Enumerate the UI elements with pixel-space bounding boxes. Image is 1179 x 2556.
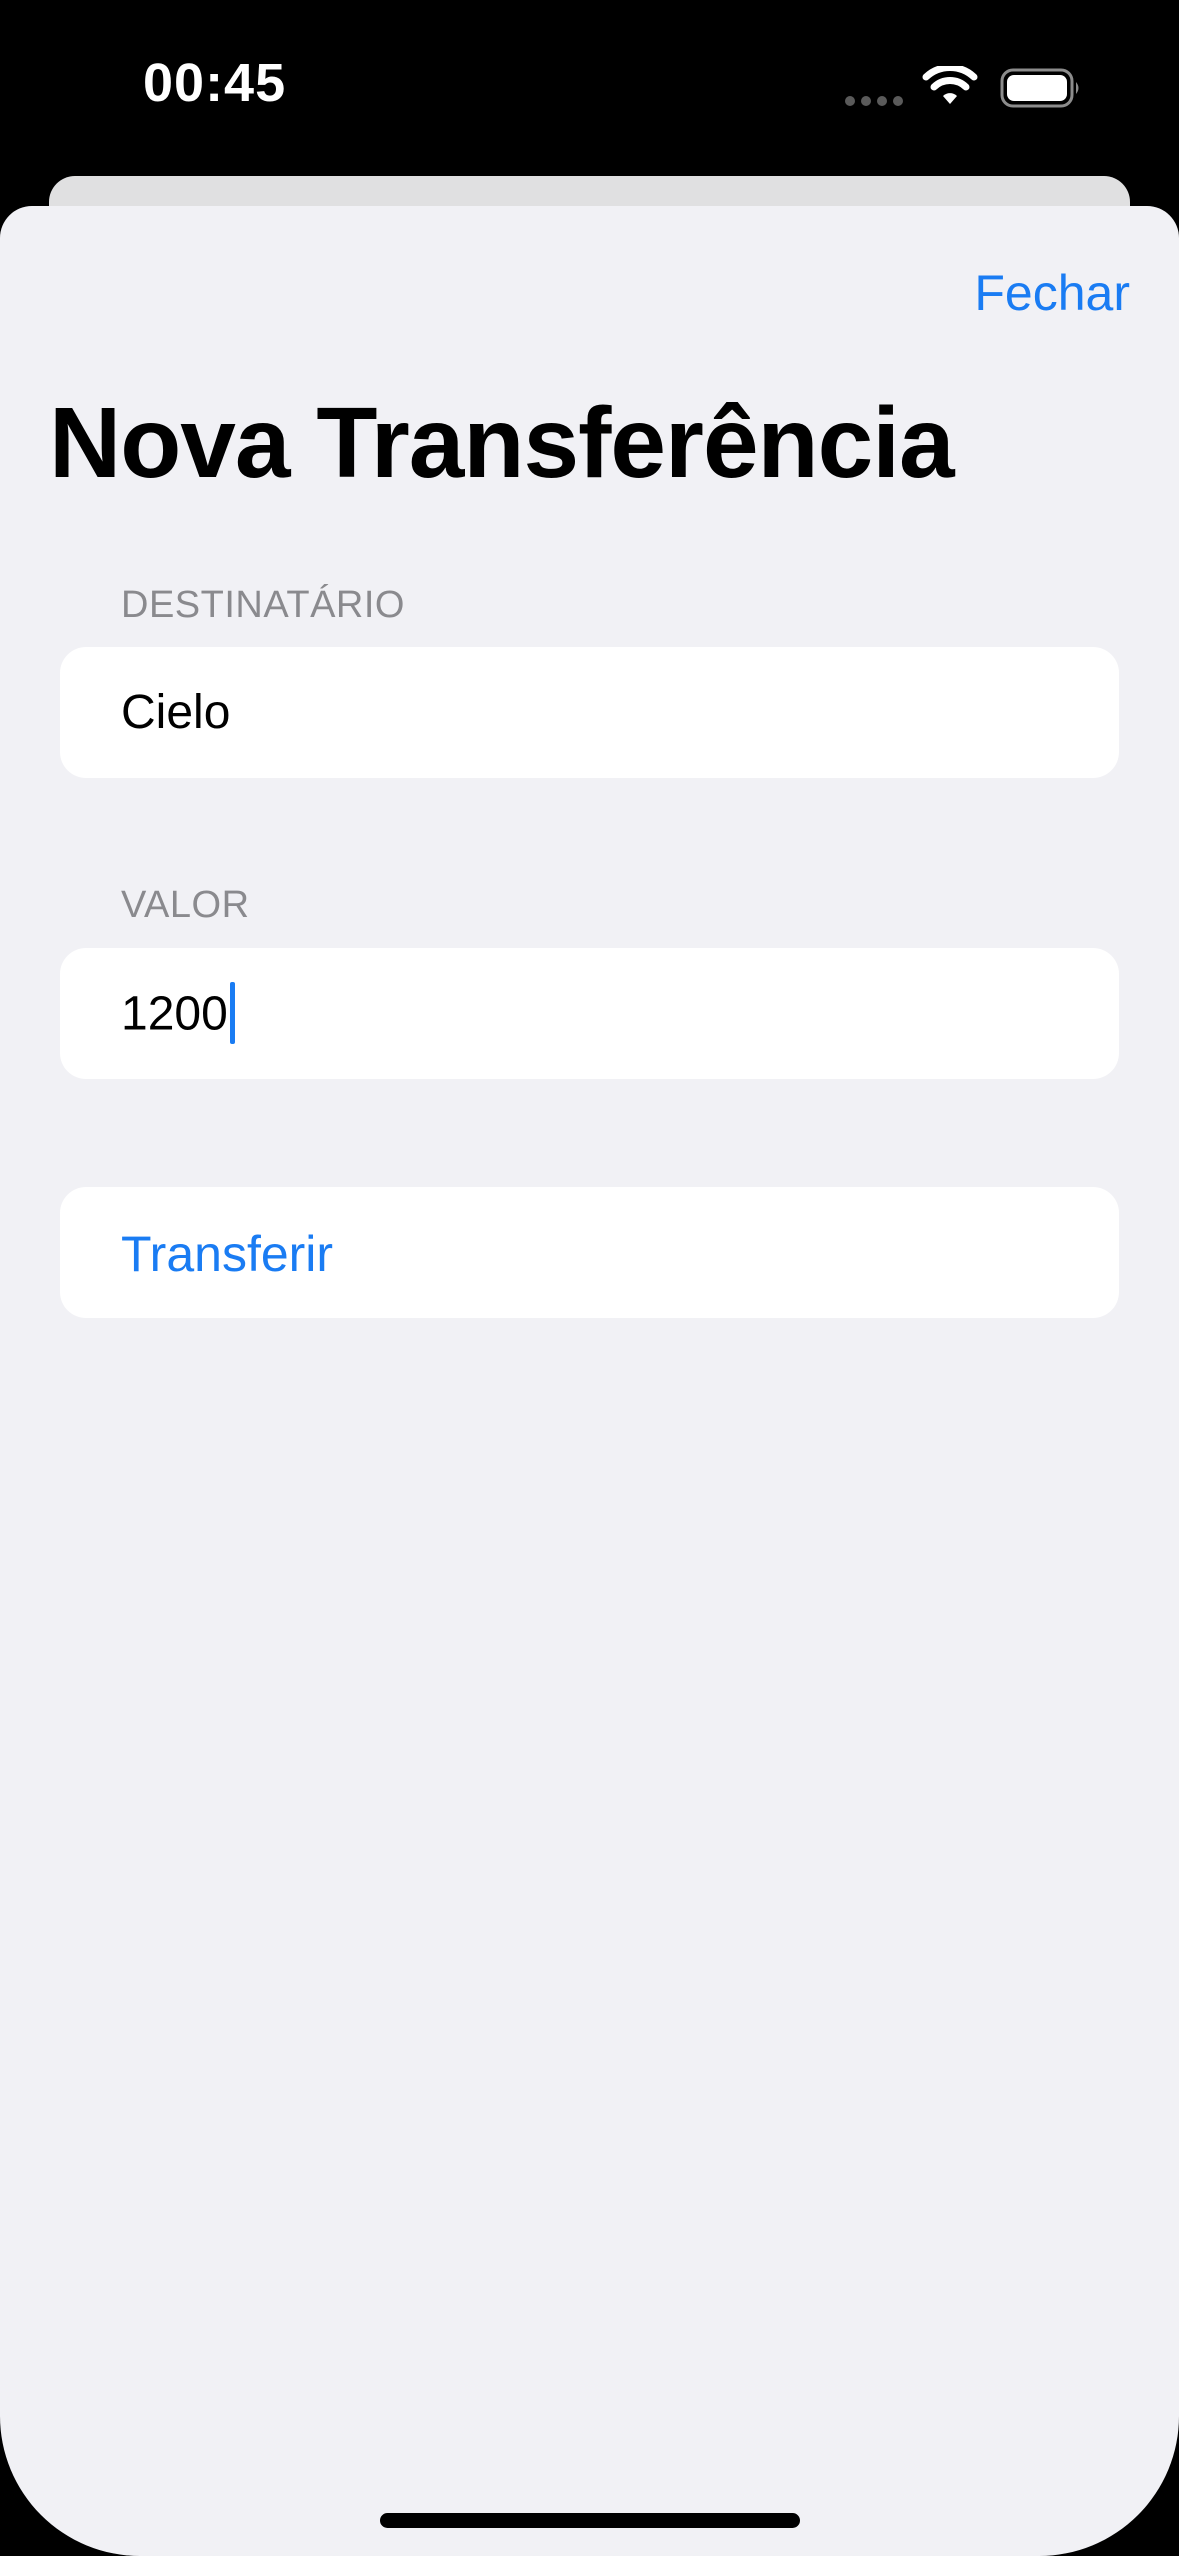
battery-icon: [1000, 68, 1079, 108]
amount-section-header: VALOR: [121, 884, 250, 926]
recipient-field[interactable]: Cielo: [60, 647, 1119, 778]
transfer-sheet: Fechar Nova Transferência DESTINATÁRIO C…: [0, 206, 1179, 2556]
status-time: 00:45: [143, 53, 287, 113]
close-button[interactable]: Fechar: [974, 264, 1130, 322]
recipient-value: Cielo: [121, 686, 231, 739]
wifi-icon: [922, 66, 978, 104]
phone-screen: 00:45 Fechar Nova Transferência DESTINAT…: [0, 0, 1179, 2556]
amount-field[interactable]: 1200: [60, 948, 1119, 1079]
text-cursor: [229, 982, 235, 1044]
cellular-signal-icon: [845, 96, 903, 106]
transfer-button-label: Transferir: [121, 1226, 334, 1282]
recipient-section-header: DESTINATÁRIO: [121, 584, 405, 626]
transfer-button[interactable]: Transferir: [60, 1187, 1119, 1318]
amount-value-wrapper: 1200: [121, 982, 235, 1048]
amount-value: 1200: [121, 987, 228, 1041]
home-indicator[interactable]: [380, 2513, 800, 2528]
page-title: Nova Transferência: [49, 387, 955, 499]
status-bar: 00:45: [0, 0, 1179, 170]
